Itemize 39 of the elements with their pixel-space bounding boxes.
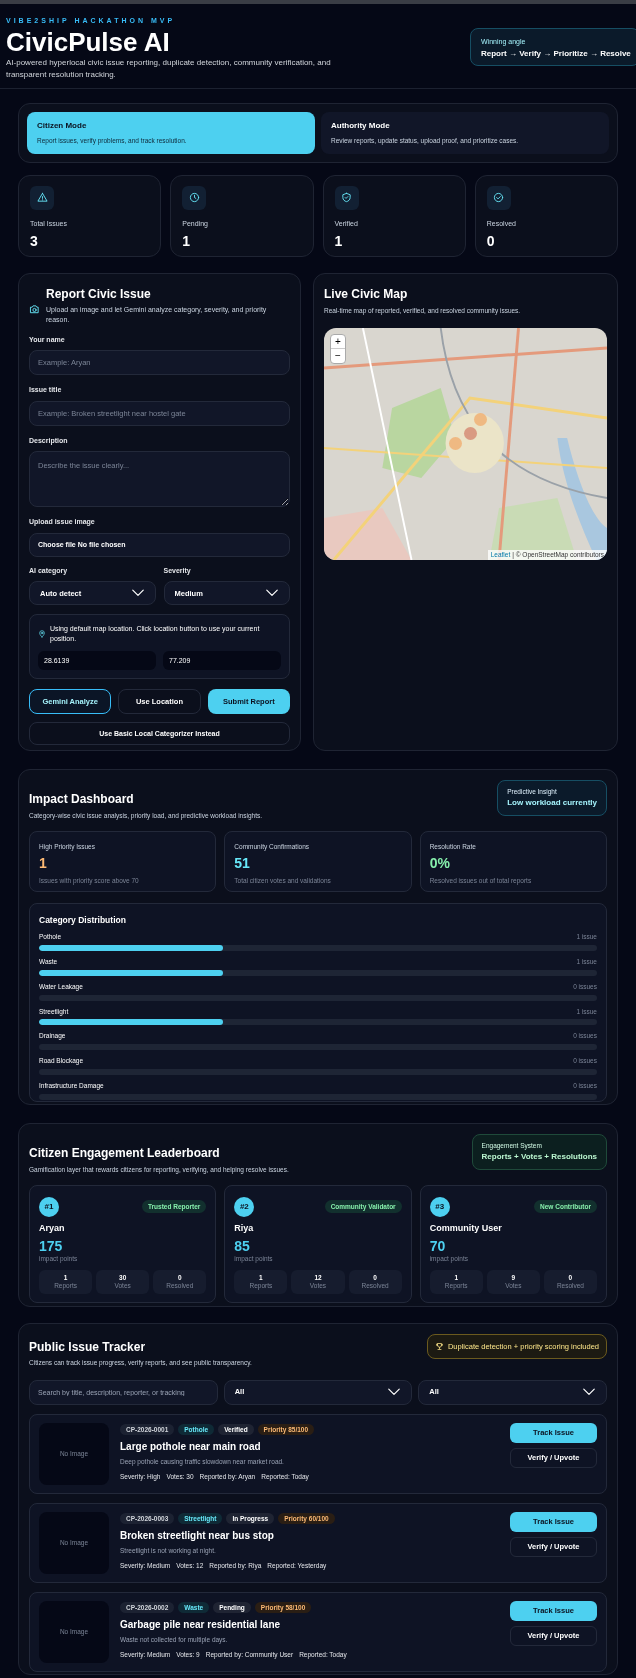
trophy-icon bbox=[434, 1341, 444, 1351]
section-title: Public Issue Tracker bbox=[29, 1338, 147, 1356]
stat-value: 3 bbox=[30, 232, 39, 252]
metric-value: 0% bbox=[429, 854, 451, 874]
report-title: Report Civic Issue bbox=[46, 285, 152, 303]
stat-value: 1 bbox=[182, 232, 192, 252]
user-points: 85 bbox=[234, 1238, 251, 1254]
section-title: Impact Dashboard bbox=[29, 790, 135, 808]
rank-badge: #3 bbox=[429, 1196, 450, 1217]
rank-badge: #1 bbox=[39, 1196, 59, 1217]
clock-icon bbox=[188, 192, 200, 204]
app-title: CivicPulse AI bbox=[6, 26, 170, 57]
rank-badge: #2 bbox=[234, 1196, 255, 1217]
issue-title: Broken streetlight near bus stop bbox=[120, 1529, 275, 1544]
zoom-out-button[interactable]: − bbox=[331, 348, 345, 363]
camera-icon bbox=[29, 304, 40, 316]
user-points: 175 bbox=[39, 1238, 64, 1254]
stat-value: 1 bbox=[334, 232, 344, 252]
user-name: Community User bbox=[429, 1221, 503, 1235]
user-points: 70 bbox=[429, 1238, 447, 1254]
pin-icon bbox=[38, 630, 46, 639]
warning-icon bbox=[36, 192, 48, 204]
issue-title: Garbage pile near residential lane bbox=[120, 1618, 282, 1633]
user-name: Aryan bbox=[39, 1221, 66, 1235]
user-name: Riya bbox=[234, 1221, 255, 1235]
distribution-title: Category Distribution bbox=[39, 913, 127, 927]
app-description: AI-powered hyperlocal civic issue reporting, duplicate detection, community verification, and transparent resolution tracking. bbox=[6, 56, 332, 81]
issue-title: Large pothole near main road bbox=[120, 1440, 262, 1455]
map-title: Live Civic Map bbox=[324, 285, 409, 303]
info-value: Low workload currently bbox=[507, 796, 597, 809]
section-title: Citizen Engagement Leaderboard bbox=[29, 1144, 221, 1162]
angle-value: Report → Verify → Prioritize → Resolve bbox=[481, 47, 632, 60]
shield-check-icon bbox=[341, 192, 352, 204]
metric-value: 51 bbox=[234, 854, 251, 874]
metric-value: 1 bbox=[39, 854, 48, 874]
stat-value: 0 bbox=[486, 232, 496, 252]
info-value: Reports + Votes + Resolutions bbox=[481, 1150, 597, 1163]
check-circle-icon bbox=[493, 192, 505, 204]
zoom-in-button[interactable]: + bbox=[331, 334, 345, 349]
